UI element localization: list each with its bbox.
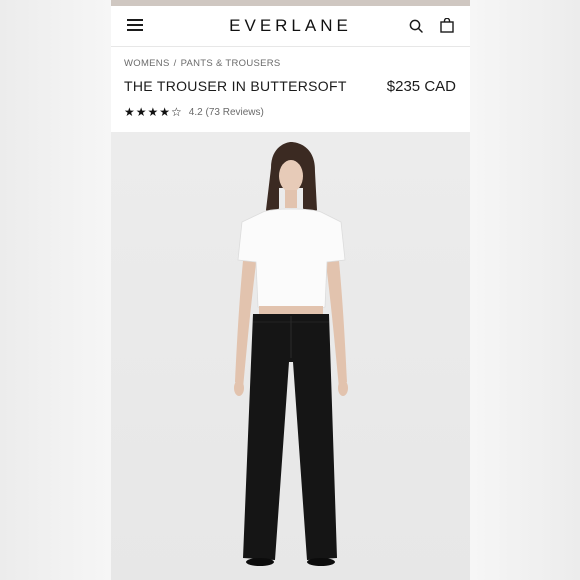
title-row: THE TROUSER IN BUTTERSOFT $235 CAD	[124, 78, 456, 95]
model-illustration	[234, 142, 348, 566]
breadcrumb-womens[interactable]: WOMENS	[124, 58, 170, 69]
breadcrumb: WOMENS / PANTS & TROUSERS	[124, 58, 456, 69]
product-price: $235 CAD	[386, 78, 456, 95]
background-left	[0, 0, 111, 580]
rating-summary[interactable]: 4.2 (73 Reviews)	[189, 107, 264, 118]
shopping-bag-icon[interactable]	[440, 18, 454, 33]
rating-value: 4.2	[188, 106, 203, 118]
site-header: EVERLANE	[111, 6, 470, 47]
breadcrumb-separator: /	[173, 58, 177, 69]
background-right	[470, 0, 580, 580]
product-title: THE TROUSER IN BUTTERSOFT	[124, 78, 347, 94]
star-rating-icon: ★★★★☆	[124, 105, 183, 119]
rating-row[interactable]: ★★★★☆ 4.2 (73 Reviews)	[124, 105, 456, 119]
product-image[interactable]	[111, 132, 470, 580]
product-info: WOMENS / PANTS & TROUSERS THE TROUSER IN B…	[111, 47, 470, 143]
review-count: (73 Reviews)	[205, 106, 264, 118]
search-icon[interactable]	[409, 19, 423, 33]
breadcrumb-pants-trousers[interactable]: PANTS & TROUSERS	[181, 58, 281, 69]
mobile-product-page: EVERLANE WOMENS / PANTS & TROUSERS THE TRO…	[111, 0, 470, 580]
